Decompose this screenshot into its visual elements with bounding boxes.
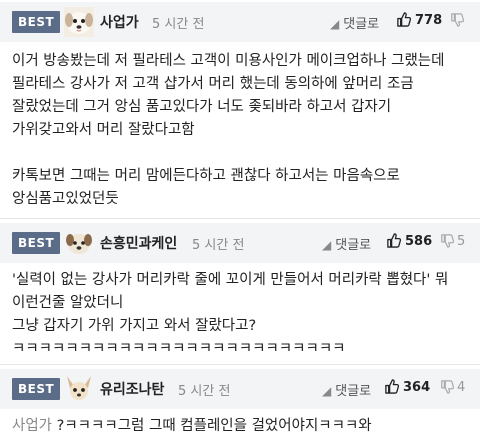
dislike-button[interactable]: 5 — [440, 234, 465, 249]
comment-item: BEST 사업가 5 시간 전 ◢ 댓글로 778 이거 방송봤는데 저 필라테스… — [0, 0, 480, 210]
like-count: 778 — [415, 13, 443, 28]
dislike-button[interactable] — [450, 13, 467, 28]
reply-button[interactable]: ◢ 댓글로 — [322, 234, 371, 253]
dog-face-icon[interactable] — [64, 228, 94, 258]
comment-text: 이거 방송봤는데 저 필라테스 고객이 미용사인가 메이크업하나 그랬는데 필라… — [12, 53, 445, 207]
best-badge: BEST — [12, 11, 61, 33]
thumbs-up-icon — [397, 12, 411, 27]
comment-time: 5 시간 전 — [192, 238, 245, 253]
best-badge: BEST — [12, 232, 61, 254]
mention-link[interactable]: 사업가 — [12, 418, 52, 434]
reply-label: 댓글로 — [335, 238, 372, 253]
thumbs-up-icon — [387, 233, 401, 248]
comment-text: 사업가 ?ㅋㅋㅋㅋ그럼 그때 컴플레인을 걸었어야지ㅋㅋㅋ와 — [12, 415, 470, 438]
comment-text: '실력이 없는 강사가 머리카락 줄에 꼬이게 만들어서 머리카락 뽑혔다' 뭐… — [12, 272, 449, 357]
like-count: 364 — [403, 380, 431, 395]
reply-button[interactable]: ◢ 댓글로 — [322, 380, 371, 399]
best-badge: BEST — [12, 378, 61, 400]
reply-arrow-icon: ◢ — [322, 384, 332, 398]
comment-time: 5 시간 전 — [152, 17, 205, 32]
thumbs-up-icon — [385, 379, 399, 394]
like-count: 586 — [405, 234, 433, 249]
thumbs-down-icon — [451, 13, 464, 27]
comment-header: BEST 유리조나탄 5 시간 전 ◢ 댓글로 364 4 — [0, 369, 480, 409]
chihuahua-face-icon[interactable] — [64, 374, 94, 404]
like-button[interactable]: 364 — [384, 379, 430, 395]
comment-text-content: ?ㅋㅋㅋㅋ그럼 그때 컴플레인을 걸었어야지ㅋㅋㅋ와 — [52, 418, 372, 434]
comment-author[interactable]: 사업가 — [100, 12, 139, 32]
reply-arrow-icon: ◢ — [322, 238, 332, 252]
dislike-button[interactable]: 4 — [440, 380, 465, 395]
comment-item: BEST 손흥민과케인 5 시간 전 ◢ 댓글로 586 5 '실력이 없는 강사… — [0, 218, 480, 359]
puppy-face-icon[interactable] — [64, 7, 94, 37]
comment-header: BEST 손흥민과케인 5 시간 전 ◢ 댓글로 586 5 — [0, 223, 480, 263]
reply-label: 댓글로 — [335, 384, 372, 399]
comment-header: BEST 사업가 5 시간 전 ◢ 댓글로 778 — [0, 2, 480, 42]
comment-time: 5 시간 전 — [178, 384, 231, 399]
reply-button[interactable]: ◢ 댓글로 — [330, 13, 379, 32]
comment-author[interactable]: 유리조나탄 — [100, 379, 164, 399]
thumbs-down-icon — [441, 380, 454, 394]
comment-author[interactable]: 손흥민과케인 — [100, 233, 177, 253]
reply-arrow-icon: ◢ — [330, 17, 340, 31]
comment-item: BEST 유리조나탄 5 시간 전 ◢ 댓글로 364 4 사업가 ?ㅋㅋㅋㅋ그럼… — [0, 364, 480, 447]
like-button[interactable]: 778 — [396, 12, 442, 28]
like-button[interactable]: 586 — [386, 233, 432, 249]
dislike-count: 4 — [457, 380, 466, 395]
dislike-count: 5 — [457, 234, 466, 249]
reply-label: 댓글로 — [343, 17, 380, 32]
thumbs-down-icon — [441, 234, 454, 248]
